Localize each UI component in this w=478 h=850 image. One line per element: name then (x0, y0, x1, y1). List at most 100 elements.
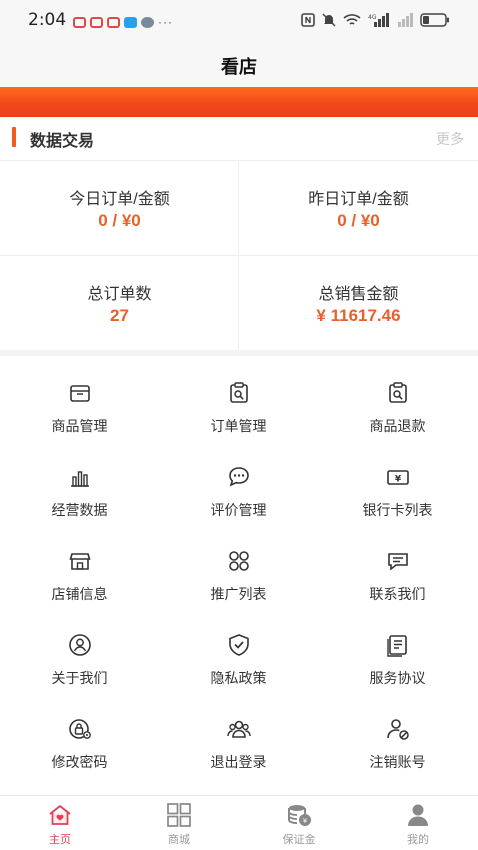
more-link[interactable]: 更多 (436, 129, 464, 149)
more-notifications-icon: ··· (158, 15, 173, 29)
menu-item-label: 服务协议 (369, 670, 426, 686)
menu-item-service-agreement[interactable]: 服务协议 (318, 608, 477, 692)
wifi-icon (343, 14, 361, 25)
menu-item-review-management[interactable]: 评价管理 (159, 440, 318, 524)
menu-item-label: 联系我们 (369, 586, 426, 602)
signal-icon: 4G (368, 13, 389, 27)
nfc-icon (301, 13, 315, 27)
tab-label: 保证金 (282, 834, 316, 846)
menu-item-label: 推广列表 (210, 586, 267, 602)
menu-item-promotion-list[interactable]: 推广列表 (159, 524, 318, 608)
signal-icon (398, 13, 413, 27)
divider (0, 255, 478, 256)
stat-value: 0 / ¥0 (98, 211, 141, 230)
menu-item-label: 商品管理 (51, 418, 108, 434)
menu-item-about-us[interactable]: 关于我们 (0, 608, 159, 692)
stat-value: 27 (110, 306, 129, 325)
grid-icon (166, 802, 192, 828)
stat-total-orders: 总订单数 27 (0, 256, 239, 351)
stat-label: 今日订单/金额 (69, 191, 170, 208)
coins-icon: ¥ (286, 802, 312, 828)
tab-label: 主页 (49, 834, 71, 846)
tab-mall[interactable]: 商城 (119, 796, 239, 850)
tab-label: 我的 (407, 834, 429, 846)
menu-item-label: 店铺信息 (51, 586, 108, 602)
status-time: 2:04 (28, 10, 67, 30)
stats-panel: 今日订单/金额 0 / ¥0 昨日订单/金额 0 / ¥0 总订单数 27 总销… (0, 160, 478, 351)
person-icon (405, 802, 431, 828)
tab-deposit[interactable]: ¥ 保证金 (239, 796, 359, 850)
app-notification-icon (73, 16, 86, 28)
document-icon (385, 632, 411, 658)
menu-item-order-management[interactable]: 订单管理 (159, 356, 318, 440)
stat-total-sales: 总销售金额 ¥ 11617.46 (239, 256, 478, 351)
app-notification-icon (141, 16, 154, 28)
function-grid: 商品管理 订单管理 商品退款 经营数据 评价管理 ¥ 银行卡列表 店铺信息 推广… (0, 356, 478, 792)
app-notification-icon (107, 16, 120, 28)
app-notification-icon (90, 16, 103, 28)
menu-item-label: 隐私政策 (210, 670, 267, 686)
svg-text:4G: 4G (368, 14, 377, 21)
box-icon (67, 380, 93, 406)
home-icon (47, 802, 73, 828)
grid-circles-icon (226, 548, 252, 574)
menu-item-bank-cards[interactable]: ¥ 银行卡列表 (318, 440, 477, 524)
app-notification-icon (124, 16, 137, 28)
notification-icons: ··· (73, 15, 173, 29)
bar-chart-icon (67, 464, 93, 490)
svg-text:¥: ¥ (303, 817, 308, 825)
page-header: 看店 (0, 42, 478, 87)
chat-bubble-icon (226, 464, 252, 490)
tab-label: 商城 (168, 834, 190, 846)
message-icon (385, 548, 411, 574)
menu-item-label: 评价管理 (210, 502, 267, 518)
shield-check-icon (226, 632, 252, 658)
stat-value: 0 / ¥0 (337, 211, 380, 230)
data-section-header: 数据交易 更多 (0, 117, 478, 157)
svg-text:¥: ¥ (395, 475, 402, 485)
bottom-tab-bar: 主页 商城 ¥ 保证金 我的 (0, 795, 478, 850)
bank-card-icon: ¥ (385, 464, 411, 490)
menu-item-privacy-policy[interactable]: 隐私政策 (159, 608, 318, 692)
stat-yesterday: 昨日订单/金额 0 / ¥0 (239, 161, 478, 256)
menu-item-contact-us[interactable]: 联系我们 (318, 524, 477, 608)
menu-item-label: 退出登录 (210, 754, 267, 770)
stat-label: 总销售金额 (318, 286, 399, 303)
tab-mine[interactable]: 我的 (358, 796, 478, 850)
menu-item-label: 注销账号 (369, 754, 426, 770)
stat-today: 今日订单/金额 0 / ¥0 (0, 161, 239, 256)
stat-label: 昨日订单/金额 (308, 191, 409, 208)
tab-home[interactable]: 主页 (0, 796, 120, 850)
menu-item-product-refund[interactable]: 商品退款 (318, 356, 477, 440)
system-icons: 4G (301, 13, 450, 27)
store-icon (67, 548, 93, 574)
status-bar: 2:04 ··· 4G (0, 0, 478, 42)
section-accent-bar (12, 127, 16, 147)
refund-icon (385, 380, 411, 406)
menu-item-logout[interactable]: 退出登录 (159, 692, 318, 776)
user-ban-icon (385, 716, 411, 742)
lock-gear-icon (67, 716, 93, 742)
menu-item-business-data[interactable]: 经营数据 (0, 440, 159, 524)
users-icon (226, 716, 252, 742)
menu-item-label: 订单管理 (210, 418, 267, 434)
mute-icon (322, 13, 336, 27)
menu-item-label: 银行卡列表 (362, 502, 433, 518)
page-title: 看店 (221, 57, 257, 77)
header-banner (0, 87, 478, 117)
menu-item-store-info[interactable]: 店铺信息 (0, 524, 159, 608)
menu-item-label: 商品退款 (369, 418, 426, 434)
menu-item-label: 修改密码 (51, 754, 108, 770)
stat-label: 总订单数 (87, 286, 152, 303)
menu-item-product-management[interactable]: 商品管理 (0, 356, 159, 440)
menu-item-label: 经营数据 (51, 502, 108, 518)
menu-item-delete-account[interactable]: 注销账号 (318, 692, 477, 776)
menu-item-label: 关于我们 (51, 670, 108, 686)
user-circle-icon (67, 632, 93, 658)
battery-icon (420, 13, 449, 27)
menu-item-change-password[interactable]: 修改密码 (0, 692, 159, 776)
stat-value: ¥ 11617.46 (316, 306, 401, 325)
order-search-icon (226, 380, 252, 406)
divider (238, 161, 239, 351)
section-title: 数据交易 (30, 133, 95, 150)
